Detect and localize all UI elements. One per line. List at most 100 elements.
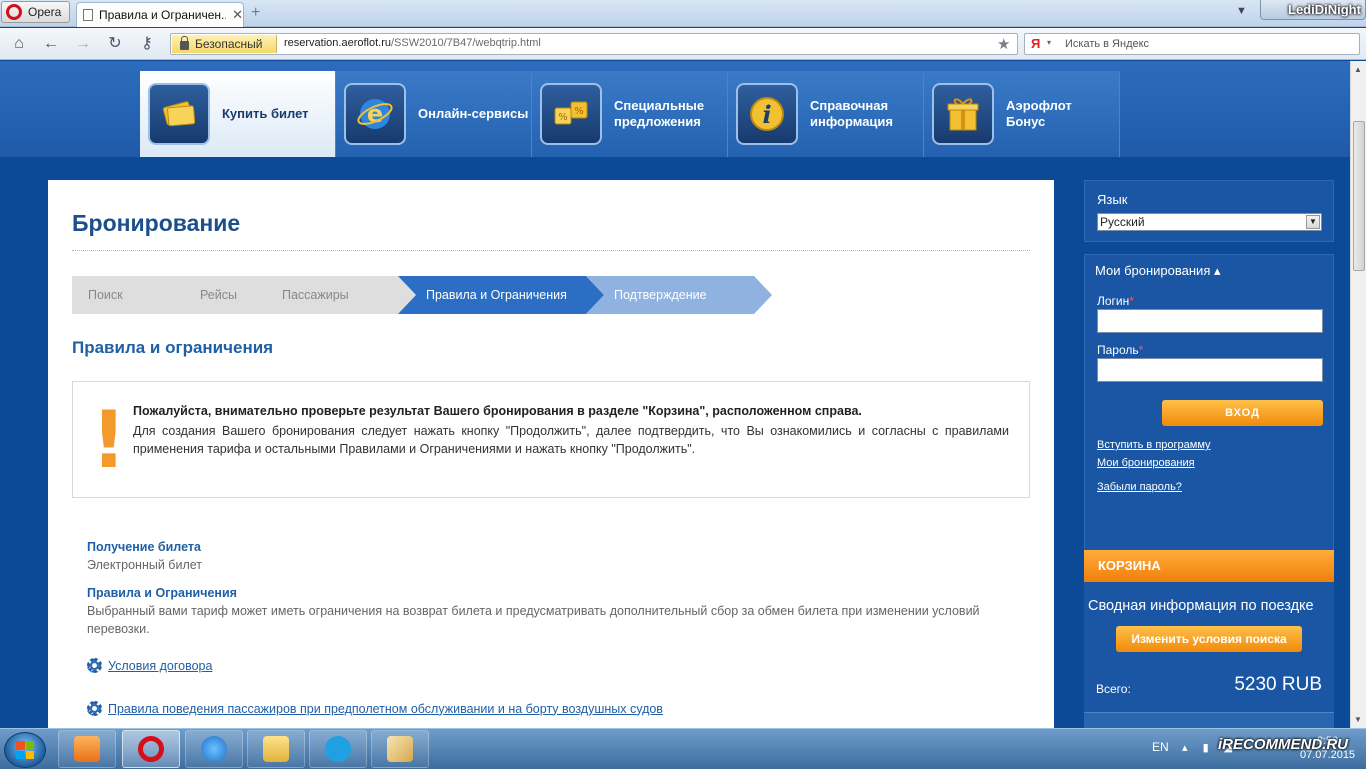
yandex-icon: Я	[1031, 36, 1041, 51]
page-title: Бронирование	[72, 210, 241, 236]
new-tab-button[interactable]: +	[251, 4, 260, 22]
ticket-title: Получение билета	[87, 540, 201, 554]
taskbar-media-player[interactable]	[58, 730, 116, 768]
opera-icon	[138, 736, 164, 762]
browser-toolbar: ⌂ ← → ↻ ⚷ Безопасный reservation.aeroflo…	[0, 28, 1366, 60]
step-passengers[interactable]: Пассажиры	[252, 276, 416, 314]
input-language[interactable]: EN	[1152, 740, 1169, 754]
forgot-password-link[interactable]: Забыли пароль?	[1097, 481, 1182, 493]
title-divider	[72, 250, 1030, 251]
contract-link-row: Условия договора	[87, 658, 212, 673]
key-icon[interactable]: ⚷	[136, 34, 158, 54]
gear-icon	[87, 701, 102, 716]
nav-label: Специальные предложения	[614, 98, 705, 129]
tab-title: Правила и Ограничен...	[98, 8, 227, 22]
windows-taskbar: EN ▴ ▮ ◢ 8:50 07.07.2015	[0, 728, 1366, 769]
start-button[interactable]	[4, 732, 46, 768]
scroll-down-icon[interactable]: ▼	[1354, 715, 1362, 724]
notice-box: ! Пожалуйста, внимательно проверьте резу…	[72, 381, 1030, 498]
search-placeholder: Искать в Яндекс	[1065, 38, 1150, 50]
my-bookings-title[interactable]: Мои бронирования ▴	[1095, 263, 1221, 279]
media-player-icon	[74, 736, 100, 762]
total-label: Всего:	[1096, 682, 1131, 696]
cart-box: КОРЗИНА Сводная информация по поездке Из…	[1084, 550, 1334, 728]
login-button[interactable]: ВХОД	[1162, 400, 1323, 426]
chevron-down-icon[interactable]: ▼	[1306, 215, 1320, 229]
login-input[interactable]	[1097, 309, 1323, 333]
rules-title: Правила и Ограничения	[87, 586, 237, 600]
change-search-button[interactable]: Изменить условия поиска	[1116, 626, 1302, 652]
scroll-up-icon[interactable]: ▲	[1354, 65, 1362, 74]
behavior-link-row: Правила поведения пассажиров при предпол…	[87, 701, 663, 716]
login-label: Логин*	[1097, 294, 1134, 308]
url-path: /SSW2010/7B47/webqtrip.html	[391, 37, 541, 49]
nav-special-offers[interactable]: %% Специальные предложения	[532, 71, 728, 157]
language-value: Русский	[1100, 215, 1145, 229]
search-field[interactable]: Я ▾ Искать в Яндекс	[1024, 33, 1360, 55]
folder-icon	[263, 736, 289, 762]
back-icon[interactable]: ←	[40, 34, 62, 54]
ticket-text: Электронный билет	[87, 558, 202, 572]
security-label: Безопасный	[195, 37, 263, 51]
bookmark-star-icon[interactable]: ★	[997, 35, 1010, 53]
nav-online-services[interactable]: e Онлайн-сервисы	[336, 71, 532, 157]
rules-text: Выбранный вами тариф может иметь огранич…	[87, 604, 980, 636]
lock-icon	[180, 36, 189, 50]
opera-menu-label: Opera	[28, 5, 62, 19]
tab-close-icon[interactable]: ✕	[232, 7, 243, 23]
opera-menu-button[interactable]: Opera	[1, 1, 70, 23]
step-search[interactable]: Поиск	[72, 276, 190, 314]
login-label-text: Логин	[1097, 294, 1130, 308]
svg-text:%: %	[574, 106, 584, 117]
site-watermark: iRECOMMEND.RU	[1218, 736, 1348, 753]
booking-content: Бронирование Поиск Рейсы Пассажиры Прави…	[48, 180, 1054, 728]
required-mark: *	[1129, 294, 1134, 308]
step-confirmation: Подтверждение	[586, 276, 772, 314]
taskbar-skype[interactable]	[309, 730, 367, 768]
section-title: Правила и ограничения	[72, 338, 274, 357]
taskbar-explorer[interactable]	[247, 730, 305, 768]
my-bookings-box: Мои бронирования ▴ Логин* Пароль* ВХОД В…	[1084, 254, 1334, 570]
scrollbar-thumb[interactable]	[1353, 121, 1365, 271]
url-domain: reservation.aeroflot.ru	[284, 37, 391, 49]
security-badge[interactable]: Безопасный	[172, 35, 277, 53]
page-scrollbar[interactable]: ▲ ▼	[1350, 61, 1366, 728]
browser-tab[interactable]: Правила и Ограничен... ✕	[76, 2, 244, 27]
nav-label: Аэрофлот Бонус	[1006, 98, 1072, 129]
nav-aeroflot-bonus[interactable]: Аэрофлот Бонус	[924, 71, 1120, 157]
taskbar-opera[interactable]	[122, 730, 180, 768]
my-bookings-link[interactable]: Мои бронирования	[1097, 457, 1195, 469]
language-select[interactable]: Русский ▼	[1097, 213, 1322, 231]
nav-buy-ticket[interactable]: Купить билет	[140, 71, 336, 157]
url-text[interactable]: reservation.aeroflot.ru/SSW2010/7B47/web…	[284, 37, 541, 49]
contract-terms-link[interactable]: Условия договора	[108, 659, 212, 673]
search-engine-chevron-icon[interactable]: ▾	[1047, 38, 1051, 47]
cart-title: КОРЗИНА	[1084, 550, 1334, 582]
nav-label: Онлайн-сервисы	[418, 106, 529, 121]
forward-icon[interactable]: →	[72, 34, 94, 54]
special-offers-icon: %%	[540, 83, 602, 145]
passenger-behavior-link[interactable]: Правила поведения пассажиров при предпол…	[108, 702, 663, 716]
reload-icon[interactable]: ↻	[104, 34, 126, 54]
notice-body: Для создания Вашего бронирования следует…	[133, 424, 1009, 456]
browser-tabbar: Opera Правила и Ограничен... ✕ + ▼ LediD…	[0, 0, 1366, 27]
info-icon: i	[736, 83, 798, 145]
nav-label: Купить билет	[222, 106, 309, 121]
skype-icon	[325, 736, 351, 762]
tab-list-chevron-icon[interactable]: ▼	[1236, 5, 1247, 17]
gear-icon	[87, 658, 102, 673]
home-icon[interactable]: ⌂	[8, 34, 30, 54]
nav-label: Справочная информация	[810, 98, 894, 129]
opera-logo-icon	[6, 4, 22, 20]
notice-headline: Пожалуйста, внимательно проверьте резуль…	[133, 404, 862, 418]
address-field[interactable]: Безопасный reservation.aeroflot.ru/SSW20…	[170, 33, 1018, 55]
exclamation-icon: !	[91, 396, 127, 486]
password-input[interactable]	[1097, 358, 1323, 382]
language-label: Язык	[1097, 192, 1128, 207]
join-program-link[interactable]: Вступить в программу	[1097, 439, 1211, 451]
nav-reference-info[interactable]: i Справочная информация	[728, 71, 924, 157]
main-navigation: Купить билет e Онлайн-сервисы %% Специал…	[140, 71, 1120, 157]
taskbar-ie[interactable]	[185, 730, 243, 768]
svg-text:%: %	[558, 112, 568, 123]
taskbar-paint[interactable]	[371, 730, 429, 768]
